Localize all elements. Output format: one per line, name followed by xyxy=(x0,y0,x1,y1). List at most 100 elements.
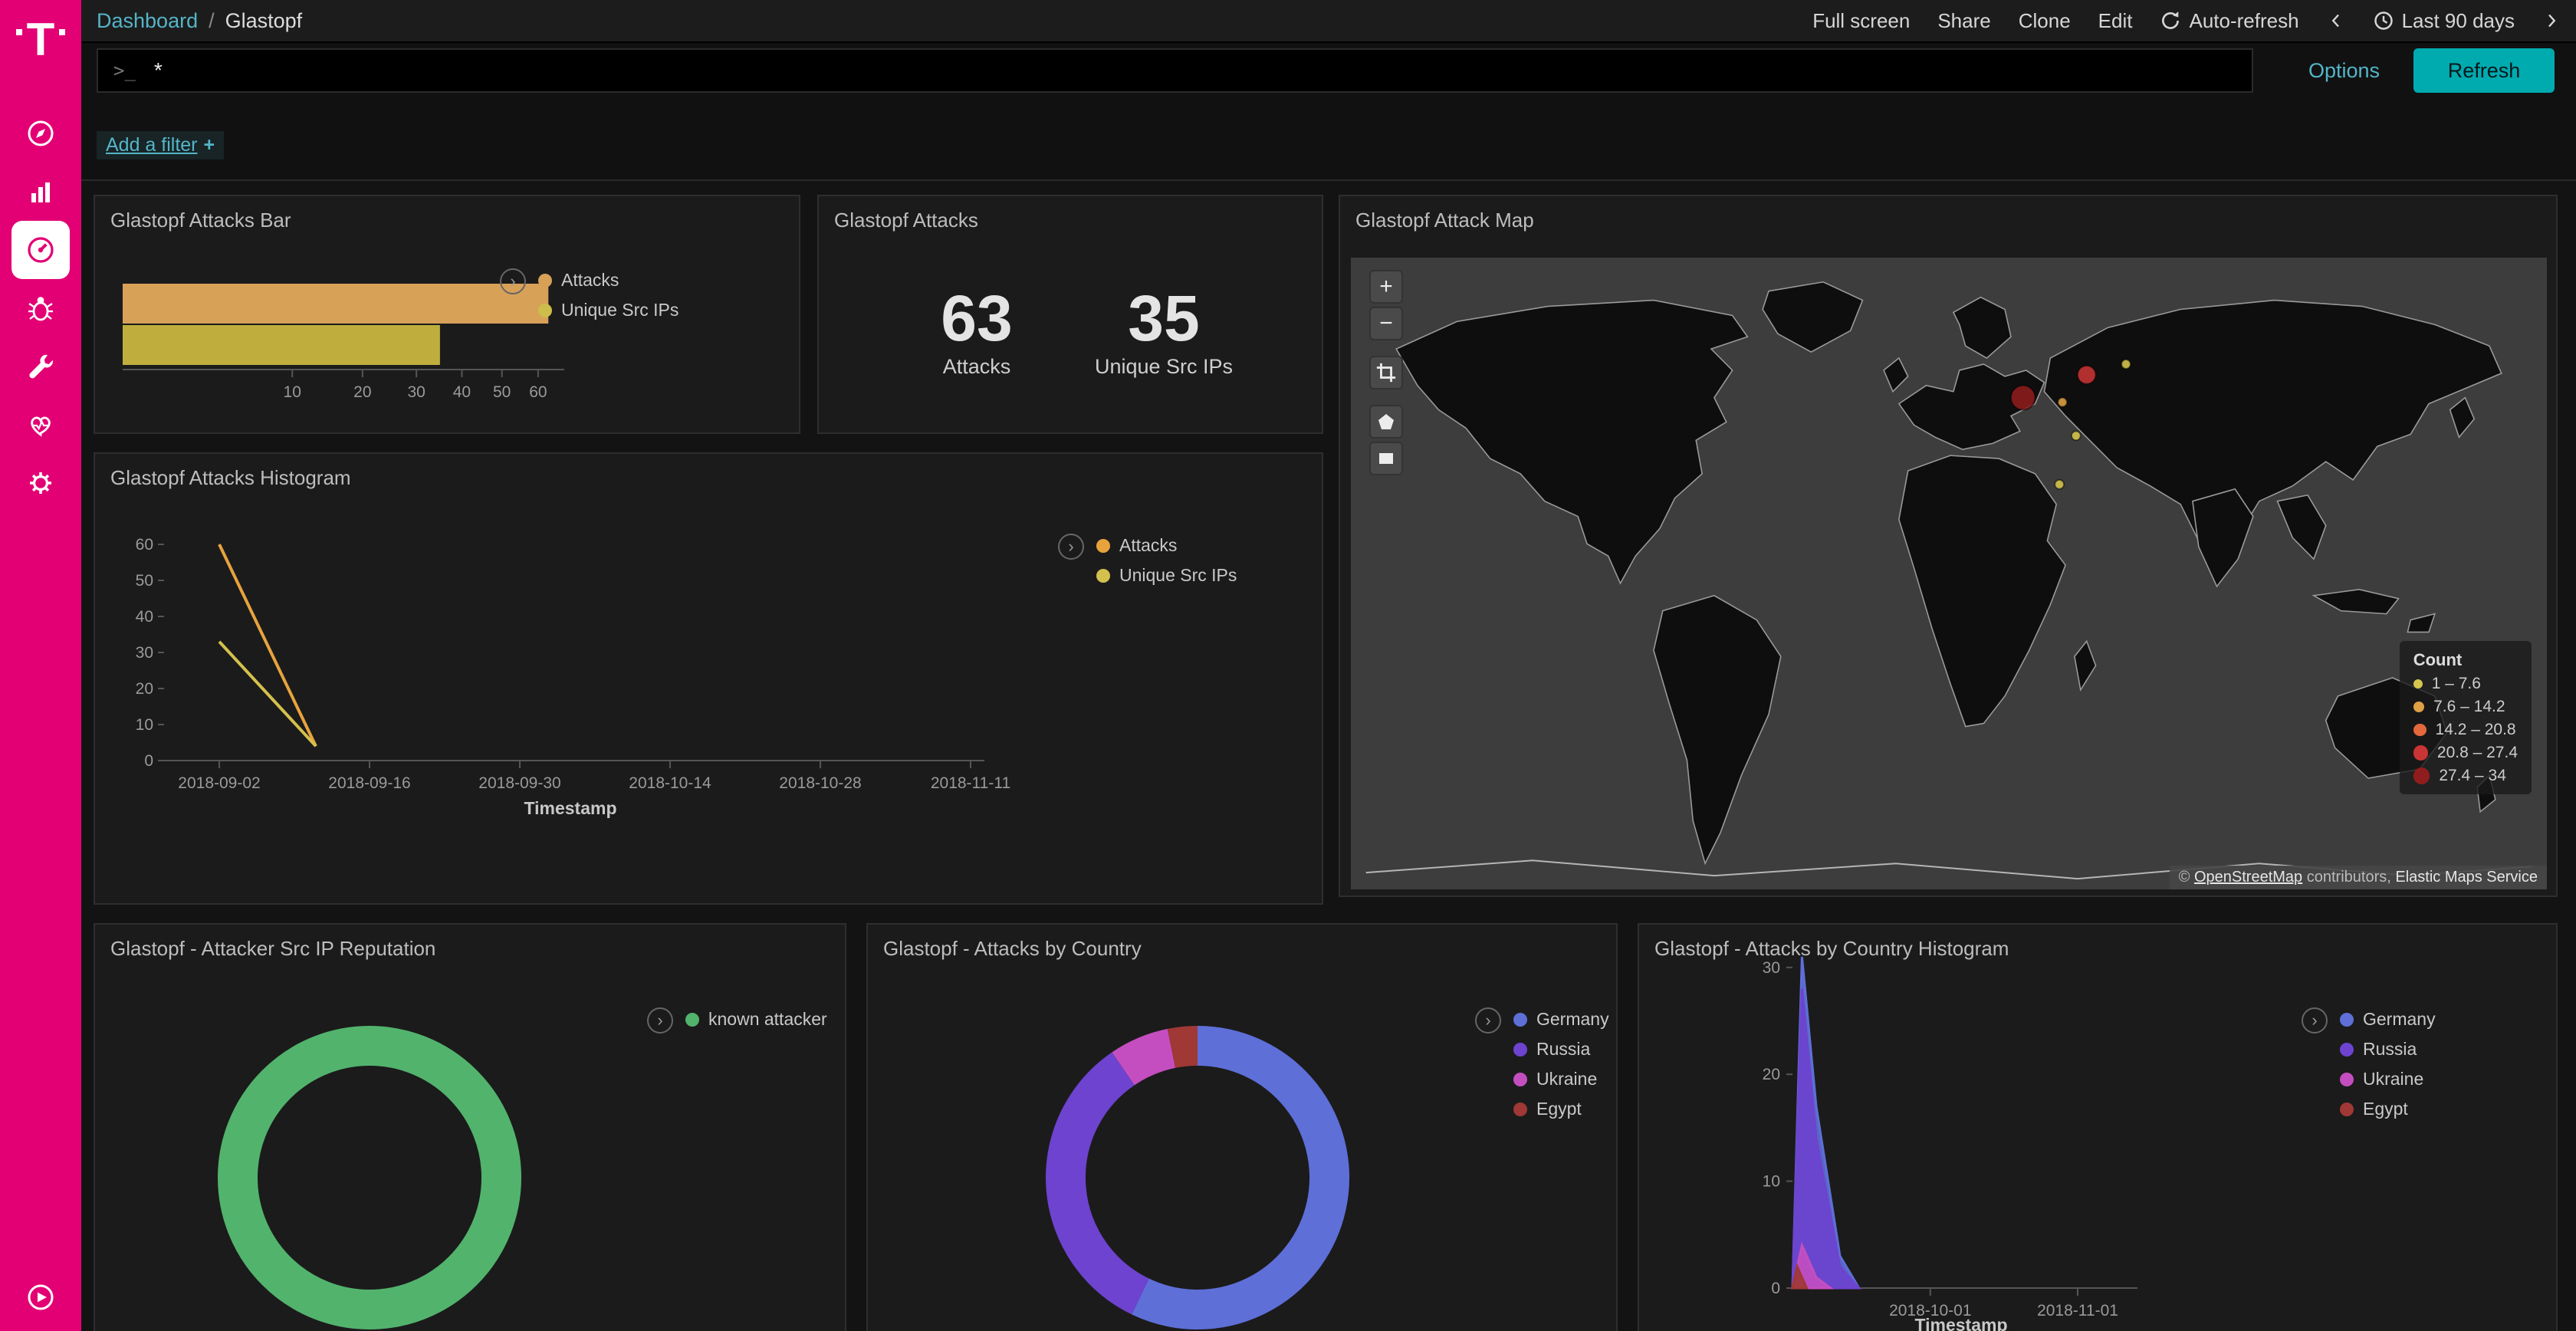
sidebar-item-management[interactable] xyxy=(12,454,70,512)
svg-text:2018-11-11: 2018-11-11 xyxy=(931,774,1010,792)
svg-text:50: 50 xyxy=(493,383,511,401)
legend-items: known attacker xyxy=(685,1007,827,1030)
map-count-legend: Count 1 – 7.67.6 – 14.214.2 – 20.820.8 –… xyxy=(2400,641,2532,794)
legend-label: known attacker xyxy=(708,1009,827,1030)
logo-dot xyxy=(16,29,22,35)
console-prompt-icon: >_ xyxy=(113,60,136,81)
edit-button[interactable]: Edit xyxy=(2098,9,2133,33)
panel-attack-map: Glastopf Attack Map xyxy=(1339,195,2558,897)
search-query-input[interactable]: >_ * xyxy=(97,48,2253,93)
sidebar-item-devtools[interactable] xyxy=(12,337,70,396)
legend-item[interactable]: Russia xyxy=(1513,1039,1609,1060)
sidebar-item-monitoring[interactable] xyxy=(12,396,70,454)
svg-text:50: 50 xyxy=(136,572,153,590)
world-map-canvas xyxy=(1351,258,2547,889)
panel-attacks-metric: Glastopf Attacks 63 Attacks 35 Unique Sr… xyxy=(817,195,1323,434)
legend-dot xyxy=(2340,1043,2354,1057)
logo-letter: T xyxy=(27,15,55,64)
legend-label: Attacks xyxy=(561,270,619,291)
svg-text:2018-09-02: 2018-09-02 xyxy=(178,774,260,792)
options-link[interactable]: Options xyxy=(2308,59,2380,83)
svg-text:30: 30 xyxy=(136,644,153,662)
legend-dot xyxy=(2340,1073,2354,1086)
legend-label: Egypt xyxy=(2363,1099,2408,1119)
time-range-button[interactable]: Last 90 days xyxy=(2373,9,2515,33)
time-forward-button[interactable] xyxy=(2542,8,2561,33)
legend-item[interactable]: known attacker xyxy=(685,1009,827,1030)
svg-text:20: 20 xyxy=(353,383,371,401)
sidebar-item-discover[interactable] xyxy=(12,104,70,163)
chevron-left-icon xyxy=(2327,8,2345,33)
openstreetmap-link[interactable]: OpenStreetMap xyxy=(2194,869,2302,886)
legend-item[interactable]: Unique Src IPs xyxy=(538,300,678,320)
legend-item[interactable]: Germany xyxy=(1513,1009,1609,1030)
legend-item[interactable]: Attacks xyxy=(1096,535,1237,556)
legend-dot xyxy=(1513,1103,1527,1116)
legend-item[interactable]: Attacks xyxy=(538,270,678,291)
clone-button[interactable]: Clone xyxy=(2019,9,2071,33)
legend-item[interactable]: Ukraine xyxy=(1513,1069,1609,1089)
fullscreen-button[interactable]: Full screen xyxy=(1812,9,1910,33)
time-back-button[interactable] xyxy=(2327,8,2345,33)
svg-text:0: 0 xyxy=(144,752,153,770)
compass-icon xyxy=(25,118,56,149)
bar-chart-icon xyxy=(25,176,56,207)
legend-item[interactable]: Germany xyxy=(2340,1009,2436,1030)
world-map[interactable]: + − xyxy=(1351,258,2547,889)
legend-label: Ukraine xyxy=(1536,1069,1597,1089)
svg-text:0: 0 xyxy=(1771,1280,1780,1297)
legend-toggle[interactable]: › xyxy=(500,268,526,294)
rectangle-icon xyxy=(1377,449,1395,468)
heartbeat-icon xyxy=(25,409,56,440)
legend-items: Attacks Unique Src IPs xyxy=(538,268,678,320)
draw-rectangle-button[interactable] xyxy=(1369,442,1403,475)
breadcrumb-dashboard-link[interactable]: Dashboard xyxy=(97,9,198,33)
sidebar-item-dashboard[interactable] xyxy=(12,221,70,279)
legend-label: Germany xyxy=(2363,1009,2436,1030)
legend-label: Egypt xyxy=(1536,1099,1582,1119)
fit-data-bounds-button[interactable] xyxy=(1369,356,1403,389)
legend-toggle[interactable]: › xyxy=(647,1007,673,1034)
country-donut-chart[interactable] xyxy=(1037,1017,1359,1331)
svg-text:2018-09-16: 2018-09-16 xyxy=(328,774,410,792)
play-icon[interactable] xyxy=(25,1282,56,1313)
share-button[interactable]: Share xyxy=(1937,9,1990,33)
legend-dot xyxy=(1513,1013,1527,1027)
metric-value: 35 xyxy=(1090,284,1237,352)
legend-item[interactable]: Russia xyxy=(2340,1039,2436,1060)
logo-dot xyxy=(59,29,65,35)
legend-toggle[interactable]: › xyxy=(2302,1007,2328,1034)
legend-item[interactable]: Ukraine xyxy=(2340,1069,2436,1089)
zoom-in-button[interactable]: + xyxy=(1369,270,1403,304)
legend-item[interactable]: Unique Src IPs xyxy=(1096,565,1237,586)
legend-dot xyxy=(1096,569,1110,583)
legend-label: Attacks xyxy=(1119,535,1177,556)
svg-text:10: 10 xyxy=(284,383,301,401)
clock-icon xyxy=(2373,10,2394,31)
app-sidebar: T xyxy=(0,0,81,1331)
sidebar-item-timelion[interactable] xyxy=(12,279,70,337)
reputation-donut-chart[interactable] xyxy=(209,1017,531,1331)
refresh-button[interactable]: Refresh xyxy=(2413,48,2555,93)
telekom-logo[interactable]: T xyxy=(0,15,81,83)
draw-polygon-button[interactable] xyxy=(1369,405,1403,439)
metric-unique-src-ips: 35 Unique Src IPs xyxy=(1090,284,1237,379)
legend-item[interactable]: Egypt xyxy=(1513,1099,1609,1119)
legend-toggle[interactable]: › xyxy=(1475,1007,1501,1034)
sidebar-bottom xyxy=(0,1282,81,1313)
legend-item[interactable]: Egypt xyxy=(2340,1099,2436,1119)
metric-label: Attacks xyxy=(903,355,1050,379)
breadcrumb-current: Glastopf xyxy=(225,9,303,33)
map-attribution: © OpenStreetMap contributors, Elastic Ma… xyxy=(2170,866,2547,889)
auto-refresh-button[interactable]: Auto-refresh xyxy=(2160,9,2298,33)
panel-src-ip-reputation: Glastopf - Attacker Src IP Reputation › … xyxy=(94,923,846,1331)
legend-toggle[interactable]: › xyxy=(1058,534,1084,560)
svg-text:40: 40 xyxy=(136,608,153,626)
copyright-symbol: © xyxy=(2179,869,2190,886)
panel-title: Glastopf - Attacker Src IP Reputation xyxy=(95,925,845,973)
sidebar-item-visualize[interactable] xyxy=(12,163,70,221)
attacks-histogram-chart[interactable]: 01020304050602018-09-022018-09-162018-09… xyxy=(95,515,1076,830)
metric-group: 63 Attacks 35 Unique Src IPs xyxy=(819,284,1322,379)
zoom-out-button[interactable]: − xyxy=(1369,307,1403,340)
add-filter-link[interactable]: Add a filter+ xyxy=(97,131,224,159)
